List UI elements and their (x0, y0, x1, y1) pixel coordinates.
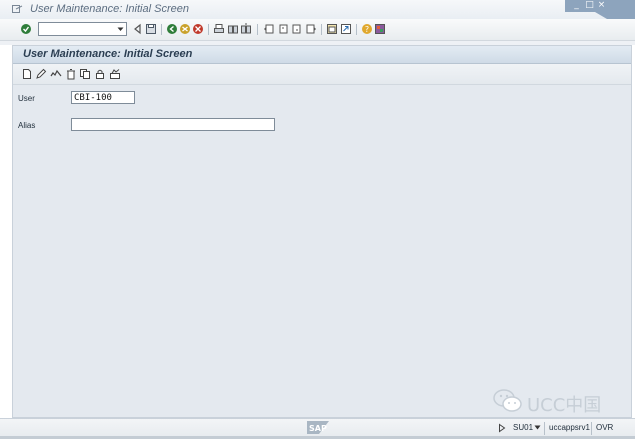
copy-icon[interactable] (79, 68, 91, 80)
create-session-icon[interactable] (326, 23, 338, 35)
close-button[interactable]: × (597, 1, 606, 10)
input-mode[interactable]: OVR (596, 423, 613, 432)
enter-icon[interactable] (20, 23, 32, 35)
previous-page-icon[interactable] (277, 23, 289, 35)
toolbar-separator (257, 24, 258, 35)
sap-logo: SAP (307, 421, 329, 434)
user-label: User (18, 94, 35, 103)
shortcut-icon[interactable] (340, 23, 352, 35)
status-separator (544, 422, 545, 435)
chevron-down-icon[interactable] (534, 425, 541, 430)
watermark-text: UCC中国 (527, 395, 602, 416)
status-separator (591, 422, 592, 435)
create-icon[interactable] (21, 68, 33, 80)
svg-text:SAP: SAP (309, 424, 327, 433)
window-icon (12, 5, 23, 13)
display-icon[interactable] (50, 68, 62, 80)
window-controls: _ □ × (565, 0, 635, 19)
first-page-icon[interactable] (263, 23, 275, 35)
expand-status-icon[interactable] (498, 423, 506, 433)
back-icon[interactable] (132, 23, 144, 35)
svg-text:?: ? (365, 25, 369, 34)
window-title: User Maintenance: Initial Screen (30, 3, 189, 15)
page-title: User Maintenance: Initial Screen (23, 48, 193, 60)
alias-label: Alias (18, 121, 36, 130)
toolbar-separator (208, 24, 209, 35)
toolbar-separator (161, 24, 162, 35)
lock-icon[interactable] (94, 68, 106, 80)
maximize-button[interactable]: □ (585, 1, 594, 10)
command-field[interactable] (38, 22, 127, 36)
find-icon[interactable] (227, 23, 239, 35)
server-name: uccappsrv1 (549, 423, 590, 432)
save-icon[interactable] (145, 23, 157, 35)
watermark: UCC中国 (493, 388, 633, 416)
application-toolbar (13, 64, 631, 85)
cancel-icon[interactable] (192, 23, 204, 35)
screen-header: User Maintenance: Initial Screen (13, 46, 631, 64)
change-password-icon[interactable] (109, 68, 121, 80)
transaction-code: SU01 (513, 423, 534, 432)
help-icon[interactable]: ? (361, 23, 373, 35)
toolbar-separator (356, 24, 357, 35)
green-back-icon[interactable] (166, 23, 178, 35)
system-toolbar: ? (0, 19, 635, 41)
toolbar-separator (321, 24, 322, 35)
command-field-input[interactable] (39, 23, 115, 35)
last-page-icon[interactable] (305, 23, 317, 35)
minimize-button[interactable]: _ (572, 1, 581, 10)
change-icon[interactable] (35, 68, 47, 80)
chevron-down-icon[interactable] (115, 23, 126, 35)
delete-icon[interactable] (65, 68, 77, 80)
wechat-icon (493, 389, 522, 412)
exit-icon[interactable] (179, 23, 191, 35)
alias-field[interactable] (71, 118, 275, 131)
title-bar: User Maintenance: Initial Screen _ □ × (0, 0, 635, 19)
print-icon[interactable] (213, 23, 225, 35)
main-panel: User Maintenance: Initial Screen User Al… (12, 45, 632, 418)
customize-layout-icon[interactable] (374, 23, 386, 35)
find-next-icon[interactable] (240, 23, 252, 35)
next-page-icon[interactable] (291, 23, 303, 35)
user-field[interactable] (71, 91, 135, 104)
